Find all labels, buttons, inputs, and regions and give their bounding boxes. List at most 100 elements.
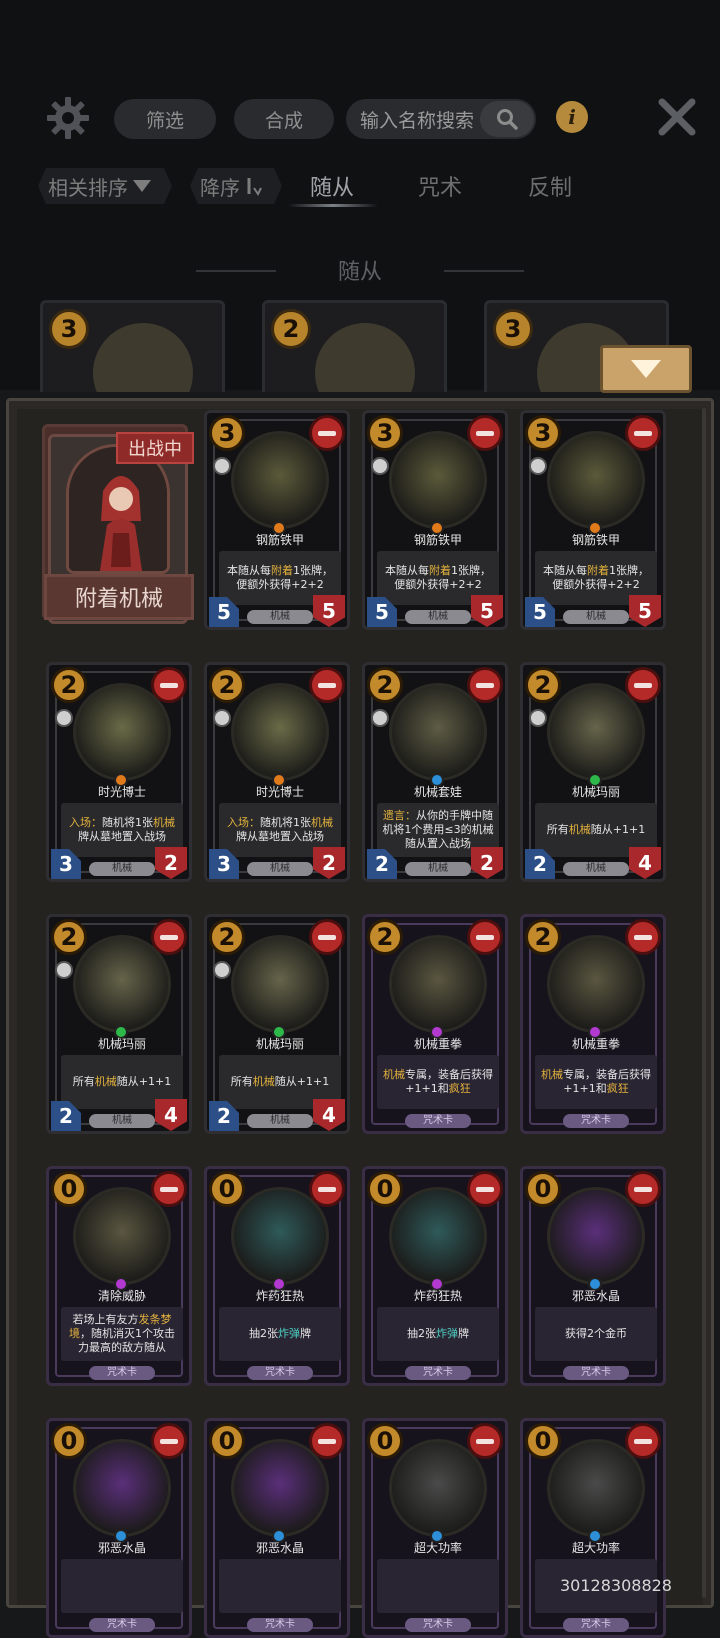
card-cost: 0 — [209, 1171, 245, 1207]
card-cost: 3 — [493, 309, 533, 349]
spell-card[interactable]: 0 邪恶水晶 咒术卡 — [204, 1418, 350, 1638]
card-description-fragment: 抽2张 — [407, 1327, 436, 1340]
minion-card[interactable]: 3 钢筋铁甲 本随从每附着1张牌，便额外获得+2+2 机械 5 5 — [520, 410, 666, 630]
remove-card-button[interactable] — [467, 415, 503, 451]
health-stat: 2 — [471, 847, 503, 879]
card-description: 获得2个金币 — [535, 1307, 657, 1361]
search-input[interactable]: 输入名称搜索 — [346, 99, 536, 139]
remove-card-button[interactable] — [151, 1171, 187, 1207]
card-description-fragment: 所有 — [72, 1075, 95, 1088]
minion-card[interactable]: 2 机械玛丽 所有机械随从+1+1 机械 2 4 — [46, 914, 192, 1134]
remove-card-button[interactable] — [151, 667, 187, 703]
mech-tribe-icon — [529, 709, 547, 727]
tab-counters[interactable]: 反制 — [528, 170, 572, 202]
card-name: 机械套娃 — [413, 785, 462, 799]
spell-card[interactable]: 0 清除威胁 若场上有友方发条梦境，随机消灭1个攻击力最高的敌方随从 咒术卡 — [46, 1166, 192, 1386]
craft-button[interactable]: 合成 — [234, 99, 334, 139]
background-card[interactable]: 3 — [40, 300, 225, 392]
sort-label: 相关排序 — [48, 175, 128, 200]
search-button[interactable] — [480, 101, 534, 137]
card-name: 机械玛丽 — [255, 1037, 304, 1051]
remove-card-button[interactable] — [309, 415, 345, 451]
remove-card-button[interactable] — [151, 1423, 187, 1459]
order-label: 降序 — [200, 175, 240, 200]
card-type-label: 咒术卡 — [405, 1618, 471, 1632]
tab-spells[interactable]: 咒术 — [418, 170, 462, 202]
card-cost: 2 — [51, 667, 87, 703]
minion-card[interactable]: 3 钢筋铁甲 本随从每附着1张牌，便额外获得+2+2 机械 5 5 — [204, 410, 350, 630]
card-description-fragment: 牌 — [458, 1327, 469, 1340]
spell-card[interactable]: 0 邪恶水晶 获得2个金币 咒术卡 — [520, 1166, 666, 1386]
spell-card[interactable]: 0 超大功率 咒术卡 — [520, 1418, 666, 1638]
spell-card[interactable]: 0 邪恶水晶 咒术卡 — [46, 1418, 192, 1638]
filter-button[interactable]: 筛选 — [114, 99, 216, 139]
mech-tribe-icon — [213, 961, 231, 979]
sort-desc-icon — [244, 176, 262, 196]
card-description-fragment: 附着 — [587, 564, 609, 577]
card-cost: 0 — [367, 1171, 403, 1207]
remove-card-button[interactable] — [309, 919, 345, 955]
order-toggle[interactable]: 降序 — [190, 168, 282, 204]
card-name: 机械玛丽 — [97, 1037, 146, 1051]
card-description-fragment: 随机将1张 — [102, 816, 153, 829]
sort-dropdown[interactable]: 相关排序 — [38, 168, 172, 204]
remove-card-button[interactable] — [309, 1171, 345, 1207]
info-button[interactable]: i — [556, 101, 588, 133]
card-description-text: 本随从每附着1张牌，便额外获得+2+2 — [381, 564, 495, 592]
minion-card[interactable]: 2 时光博士 入场：随机将1张机械牌从墓地置入战场 机械 3 2 — [46, 662, 192, 882]
card-description-fragment: 本随从每 — [385, 564, 429, 577]
card-description-text: 若场上有友方发条梦境，随机消灭1个攻击力最高的敌方随从 — [65, 1313, 179, 1355]
card-cost: 0 — [51, 1171, 87, 1207]
remove-card-button[interactable] — [625, 1423, 661, 1459]
card-description-fragment: 随从+1+1 — [116, 1075, 172, 1088]
card-cost: 3 — [525, 415, 561, 451]
card-description-fragment: 遗言： — [383, 809, 416, 822]
scrollbar[interactable] — [702, 408, 706, 1598]
card-type-label: 咒术卡 — [89, 1618, 155, 1632]
remove-card-button[interactable] — [625, 415, 661, 451]
spell-card[interactable]: 2 机械重拳 机械专属，装备后获得+1+1和疯狂 咒术卡 — [362, 914, 508, 1134]
minion-card[interactable]: 3 钢筋铁甲 本随从每附着1张牌，便额外获得+2+2 机械 5 5 — [362, 410, 508, 630]
card-type-label: 咒术卡 — [563, 1114, 629, 1128]
card-cost: 2 — [525, 667, 561, 703]
mech-tribe-icon — [529, 457, 547, 475]
card-type-label: 机械 — [247, 862, 313, 876]
spell-card[interactable]: 2 机械重拳 机械专属，装备后获得+1+1和疯狂 咒术卡 — [520, 914, 666, 1134]
card-description-fragment: 所有 — [546, 823, 569, 836]
health-stat: 4 — [313, 1099, 345, 1131]
remove-card-button[interactable] — [625, 919, 661, 955]
card-description-text: 入场：随机将1张机械牌从墓地置入战场 — [65, 816, 179, 844]
card-description-fragment: 获得2个金币 — [565, 1327, 627, 1340]
card-name: 超大功率 — [571, 1541, 620, 1555]
remove-card-button[interactable] — [309, 667, 345, 703]
spell-card[interactable]: 0 炸药狂热 抽2张炸弹牌 咒术卡 — [204, 1166, 350, 1386]
remove-card-button[interactable] — [467, 1423, 503, 1459]
triangle-down-icon — [132, 179, 152, 193]
mech-tribe-icon — [213, 457, 231, 475]
card-description-fragment: 入场： — [69, 816, 102, 829]
card-description-fragment: 机械 — [383, 1068, 405, 1081]
remove-card-button[interactable] — [467, 919, 503, 955]
spell-card[interactable]: 0 炸药狂热 抽2张炸弹牌 咒术卡 — [362, 1166, 508, 1386]
gear-icon[interactable] — [46, 96, 90, 140]
card-type-label: 机械 — [405, 862, 471, 876]
active-tab-indicator — [288, 204, 378, 207]
spell-card[interactable]: 0 超大功率 咒术卡 — [362, 1418, 508, 1638]
minion-card[interactable]: 2 机械套娃 遗言：从你的手牌中随机将1个费用≤3的机械随从置入战场 机械 2 2 — [362, 662, 508, 882]
remove-card-button[interactable] — [467, 667, 503, 703]
card-type-label: 机械 — [247, 1114, 313, 1128]
tab-minions[interactable]: 随从 — [310, 170, 354, 202]
remove-card-button[interactable] — [309, 1423, 345, 1459]
card-type-label: 机械 — [405, 610, 471, 624]
remove-card-button[interactable] — [625, 1171, 661, 1207]
remove-card-button[interactable] — [625, 667, 661, 703]
collapse-deck-button[interactable] — [600, 345, 692, 393]
remove-card-button[interactable] — [467, 1171, 503, 1207]
remove-card-button[interactable] — [151, 919, 187, 955]
minion-card[interactable]: 2 时光博士 入场：随机将1张机械牌从墓地置入战场 机械 3 2 — [204, 662, 350, 882]
minion-card[interactable]: 2 机械玛丽 所有机械随从+1+1 机械 2 4 — [204, 914, 350, 1134]
close-icon[interactable] — [656, 96, 698, 138]
background-card[interactable]: 2 — [262, 300, 447, 392]
minion-card[interactable]: 2 机械玛丽 所有机械随从+1+1 机械 2 4 — [520, 662, 666, 882]
card-description-fragment: 随从+1+1 — [274, 1075, 330, 1088]
